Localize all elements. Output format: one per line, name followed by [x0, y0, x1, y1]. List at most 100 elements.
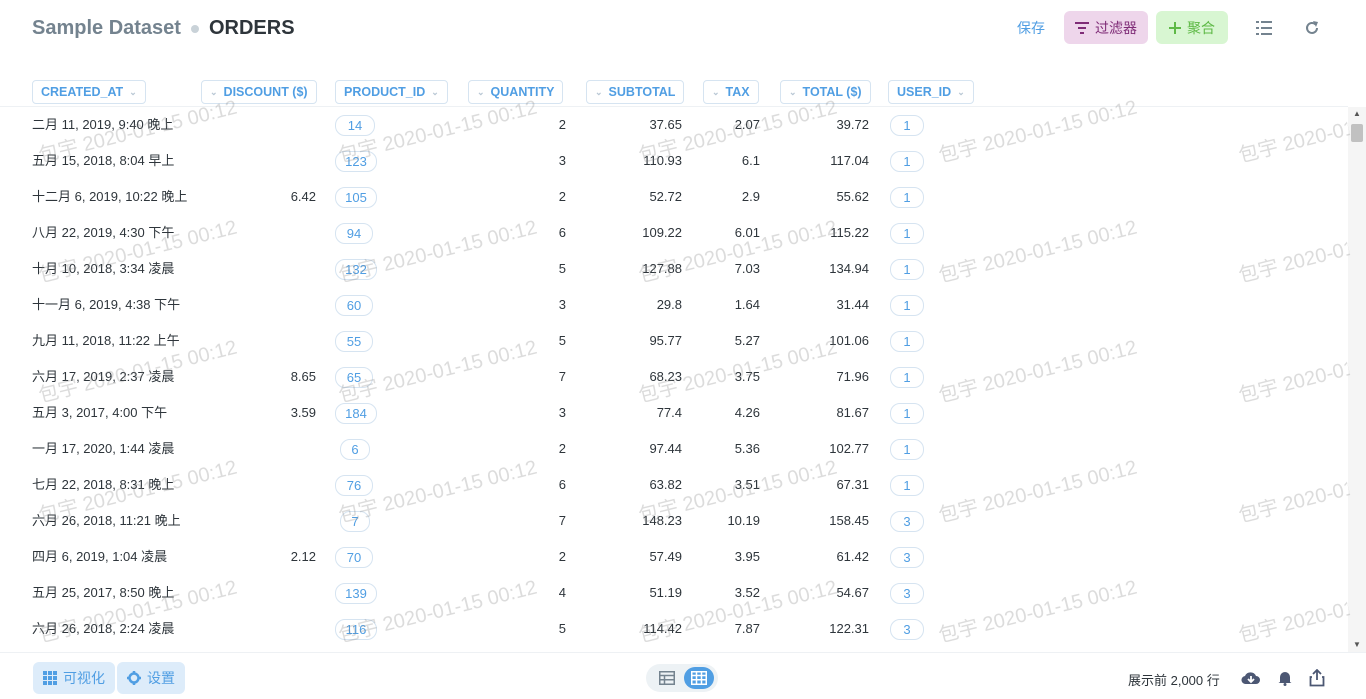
toggle-grid-view[interactable] — [684, 667, 714, 689]
cell-subtotal[interactable]: 114.42 — [602, 611, 682, 647]
cell-created-at[interactable]: 七月 22, 2018, 8:31 晚上 — [32, 467, 174, 503]
column-header-total[interactable]: ⌄ TOTAL ($) — [780, 80, 871, 104]
cell-created-at[interactable]: 六月 26, 2018, 11:21 晚上 — [32, 503, 181, 539]
scroll-up-arrow-icon[interactable]: ▲ — [1348, 107, 1366, 121]
cell-user-id[interactable]: 3 — [890, 583, 924, 604]
column-header-tax[interactable]: ⌄ TAX — [703, 80, 759, 104]
cell-discount[interactable]: 8.65 — [232, 359, 316, 395]
cell-discount[interactable]: 3.59 — [232, 395, 316, 431]
cell-discount[interactable] — [232, 323, 316, 359]
visualize-button[interactable]: 可视化 — [33, 662, 115, 694]
cell-total[interactable]: 102.77 — [789, 431, 869, 467]
cell-created-at[interactable]: 九月 11, 2018, 11:22 上午 — [32, 323, 180, 359]
cell-product-id[interactable]: 6 — [340, 439, 370, 460]
cell-subtotal[interactable]: 68.23 — [602, 359, 682, 395]
vertical-scrollbar[interactable]: ▲ ▼ — [1348, 107, 1366, 652]
cell-discount[interactable] — [232, 287, 316, 323]
cell-subtotal[interactable]: 127.88 — [602, 251, 682, 287]
cell-created-at[interactable]: 十二月 6, 2019, 10:22 晚上 — [32, 179, 187, 215]
cell-created-at[interactable]: 六月 17, 2019, 2:37 凌晨 — [32, 359, 174, 395]
column-header-discount[interactable]: ⌄ DISCOUNT ($) — [201, 80, 317, 104]
cell-quantity[interactable]: 2 — [486, 107, 566, 143]
cell-tax[interactable]: 3.95 — [700, 539, 760, 575]
cell-created-at[interactable]: 十月 10, 2018, 3:34 凌晨 — [32, 251, 174, 287]
cell-total[interactable]: 158.45 — [789, 503, 869, 539]
breadcrumb-database[interactable]: Sample Dataset — [32, 17, 181, 40]
cell-total[interactable]: 134.94 — [789, 251, 869, 287]
cell-tax[interactable]: 5.36 — [700, 431, 760, 467]
cell-discount[interactable]: 6.42 — [232, 179, 316, 215]
cell-user-id[interactable]: 1 — [890, 151, 924, 172]
cell-total[interactable]: 39.72 — [789, 107, 869, 143]
toggle-table-view[interactable] — [652, 667, 682, 689]
cell-total[interactable]: 122.31 — [789, 611, 869, 647]
cell-tax[interactable]: 2.9 — [700, 179, 760, 215]
cell-quantity[interactable]: 7 — [486, 359, 566, 395]
cell-discount[interactable] — [232, 575, 316, 611]
notebook-editor-button[interactable] — [1254, 18, 1274, 38]
scrollbar-thumb[interactable] — [1351, 124, 1363, 142]
cell-user-id[interactable]: 3 — [890, 619, 924, 640]
cell-user-id[interactable]: 1 — [890, 187, 924, 208]
cell-discount[interactable] — [232, 107, 316, 143]
cell-discount[interactable] — [232, 503, 316, 539]
cell-created-at[interactable]: 二月 11, 2019, 9:40 晚上 — [32, 107, 173, 143]
cell-user-id[interactable]: 3 — [890, 547, 924, 568]
cell-created-at[interactable]: 六月 26, 2018, 2:24 凌晨 — [32, 611, 174, 647]
cell-created-at[interactable]: 五月 25, 2017, 8:50 晚上 — [32, 575, 174, 611]
cell-product-id[interactable]: 132 — [335, 259, 377, 280]
save-button[interactable]: 保存 — [1011, 18, 1051, 38]
cell-user-id[interactable]: 1 — [890, 475, 924, 496]
column-header-subtotal[interactable]: ⌄ SUBTOTAL — [586, 80, 685, 104]
cell-created-at[interactable]: 八月 22, 2019, 4:30 下午 — [32, 215, 174, 251]
cell-user-id[interactable]: 1 — [890, 403, 924, 424]
cell-quantity[interactable]: 6 — [486, 467, 566, 503]
filter-button[interactable]: 过滤器 — [1064, 11, 1148, 44]
cell-tax[interactable]: 3.52 — [700, 575, 760, 611]
cell-total[interactable]: 54.67 — [789, 575, 869, 611]
cell-tax[interactable]: 2.07 — [700, 107, 760, 143]
cell-discount[interactable] — [232, 611, 316, 647]
cell-discount[interactable] — [232, 467, 316, 503]
cell-tax[interactable]: 5.27 — [700, 323, 760, 359]
summarize-button[interactable]: 聚合 — [1156, 11, 1228, 44]
column-header-user-id[interactable]: USER_ID ⌄ — [888, 80, 974, 104]
cell-product-id[interactable]: 14 — [335, 115, 375, 136]
cell-user-id[interactable]: 1 — [890, 223, 924, 244]
scroll-down-arrow-icon[interactable]: ▼ — [1348, 638, 1366, 652]
cell-tax[interactable]: 4.26 — [700, 395, 760, 431]
cell-subtotal[interactable]: 148.23 — [602, 503, 682, 539]
cell-subtotal[interactable]: 57.49 — [602, 539, 682, 575]
cell-total[interactable]: 55.62 — [789, 179, 869, 215]
cell-product-id[interactable]: 123 — [335, 151, 377, 172]
cell-subtotal[interactable]: 77.4 — [602, 395, 682, 431]
cell-discount[interactable] — [232, 431, 316, 467]
cell-user-id[interactable]: 1 — [890, 367, 924, 388]
cell-subtotal[interactable]: 52.72 — [602, 179, 682, 215]
cell-user-id[interactable]: 1 — [890, 295, 924, 316]
cell-discount[interactable]: 2.12 — [232, 539, 316, 575]
cell-discount[interactable] — [232, 251, 316, 287]
cell-tax[interactable]: 6.1 — [700, 143, 760, 179]
cell-tax[interactable]: 3.75 — [700, 359, 760, 395]
cell-product-id[interactable]: 70 — [335, 547, 373, 568]
share-button[interactable] — [1306, 667, 1328, 689]
download-button[interactable] — [1240, 667, 1262, 689]
cell-quantity[interactable]: 6 — [486, 215, 566, 251]
cell-user-id[interactable]: 1 — [890, 115, 924, 136]
cell-subtotal[interactable]: 97.44 — [602, 431, 682, 467]
cell-tax[interactable]: 3.51 — [700, 467, 760, 503]
cell-subtotal[interactable]: 37.65 — [602, 107, 682, 143]
cell-subtotal[interactable]: 109.22 — [602, 215, 682, 251]
cell-subtotal[interactable]: 95.77 — [602, 323, 682, 359]
cell-subtotal[interactable]: 63.82 — [602, 467, 682, 503]
cell-subtotal[interactable]: 51.19 — [602, 575, 682, 611]
alert-button[interactable] — [1274, 667, 1296, 689]
refresh-button[interactable] — [1302, 18, 1322, 38]
cell-discount[interactable] — [232, 215, 316, 251]
cell-user-id[interactable]: 1 — [890, 439, 924, 460]
cell-subtotal[interactable]: 110.93 — [602, 143, 682, 179]
cell-product-id[interactable]: 94 — [335, 223, 373, 244]
cell-product-id[interactable]: 55 — [335, 331, 373, 352]
cell-total[interactable]: 81.67 — [789, 395, 869, 431]
